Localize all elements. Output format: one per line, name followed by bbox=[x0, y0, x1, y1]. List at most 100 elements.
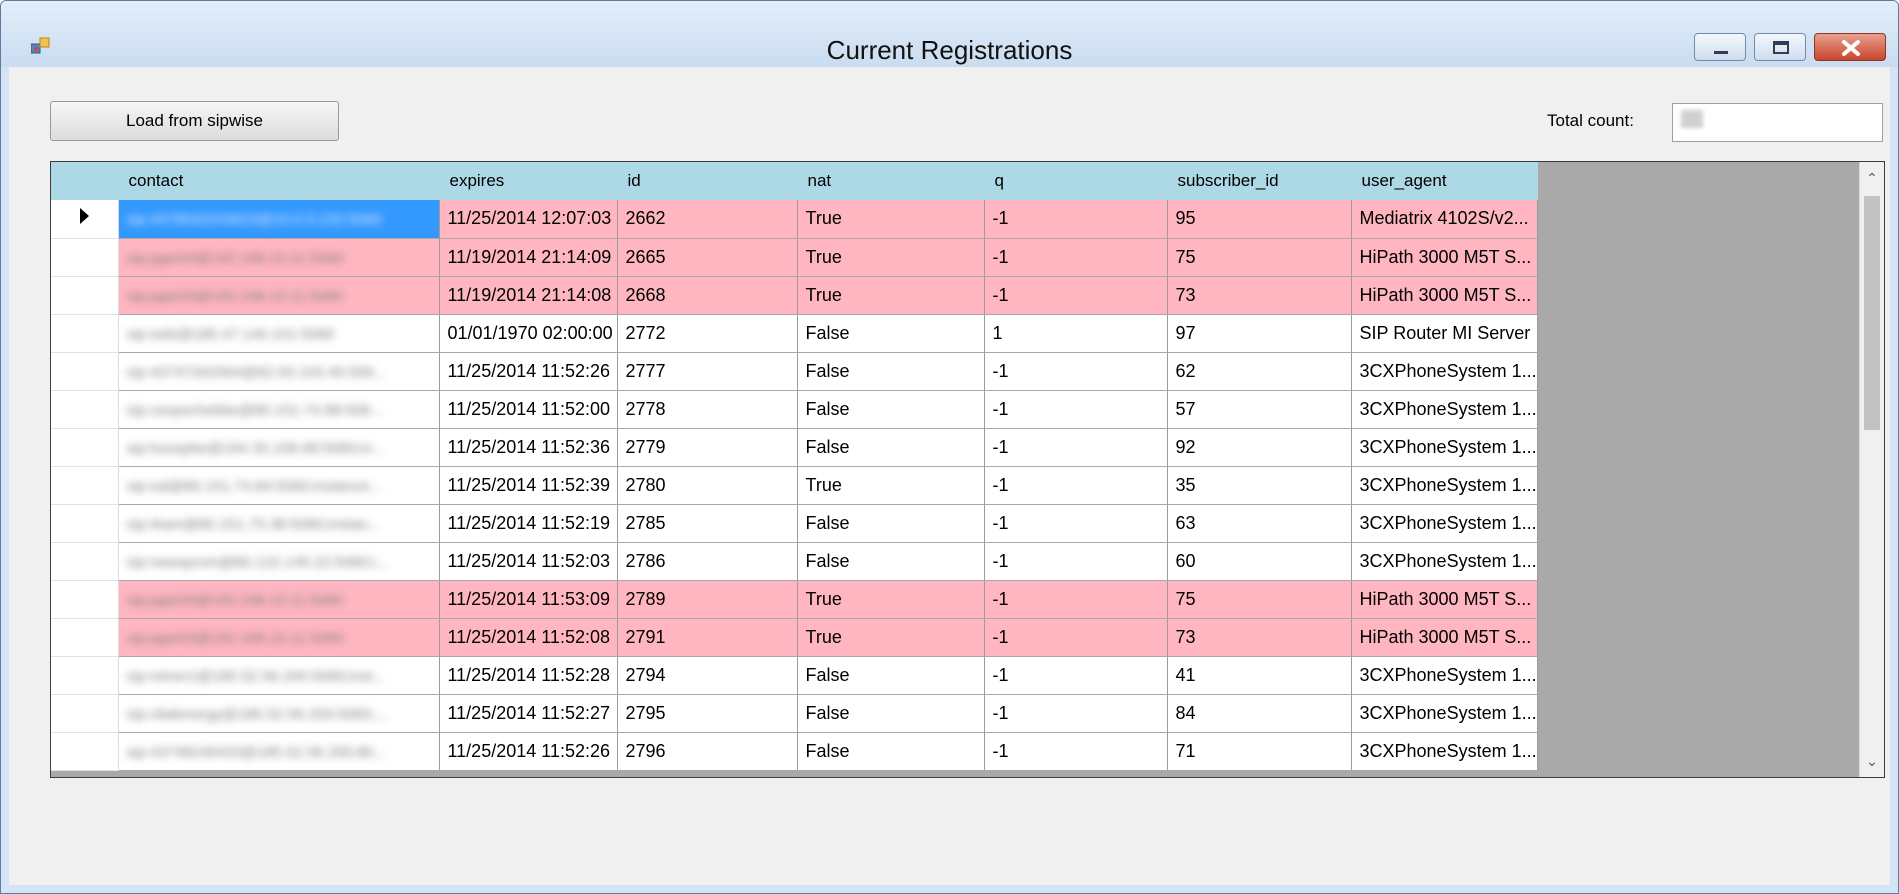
cell-nat[interactable]: False bbox=[797, 352, 985, 391]
cell-q[interactable]: -1 bbox=[984, 580, 1168, 619]
cell-nat[interactable]: True bbox=[797, 238, 985, 277]
row-header[interactable] bbox=[51, 314, 119, 353]
cell-id[interactable]: 2786 bbox=[617, 542, 798, 581]
cell-id[interactable]: 2668 bbox=[617, 276, 798, 315]
cell-id[interactable]: 2794 bbox=[617, 656, 798, 695]
cell-id[interactable]: 2780 bbox=[617, 466, 798, 505]
cell-expires[interactable]: 11/25/2014 11:52:19 bbox=[439, 504, 618, 543]
cell-contact[interactable]: sip:4378532243623@10.0.5.232:5060 bbox=[118, 200, 440, 239]
cell-contact[interactable]: sip:newsprom@80.122.149.22:5060;i... bbox=[118, 542, 440, 581]
column-header-id[interactable]: id bbox=[617, 162, 798, 200]
cell-contact[interactable]: sip:pgsr04@192.168.10.11:5060 bbox=[118, 238, 440, 277]
cell-subscriber-id[interactable]: 95 bbox=[1167, 200, 1352, 239]
cell-id[interactable]: 2795 bbox=[617, 694, 798, 733]
cell-id[interactable]: 2789 bbox=[617, 580, 798, 619]
table-row[interactable]: sip:newsprom@80.122.149.22:5060;i... 11/2… bbox=[51, 542, 1538, 581]
cell-nat[interactable]: True bbox=[797, 580, 985, 619]
row-header[interactable] bbox=[51, 504, 119, 543]
cell-q[interactable]: -1 bbox=[984, 618, 1168, 657]
cell-q[interactable]: 1 bbox=[984, 314, 1168, 353]
cell-user-agent[interactable]: 3CXPhoneSystem 1... bbox=[1351, 732, 1538, 771]
table-row[interactable]: sip:sal@80.151.74.84:5060;instance... 11/… bbox=[51, 466, 1538, 505]
table-row[interactable]: sip:pgsr04@192.168.10.11:5060 11/19/2014 … bbox=[51, 238, 1538, 277]
column-header-subscriber-id[interactable]: subscriber_id bbox=[1167, 162, 1352, 200]
cell-user-agent[interactable]: HiPath 3000 M5T S... bbox=[1351, 276, 1538, 315]
cell-nat[interactable]: True bbox=[797, 618, 985, 657]
cell-contact[interactable]: sip:pgsr03@192.168.10.11:5060 bbox=[118, 276, 440, 315]
cell-id[interactable]: 2791 bbox=[617, 618, 798, 657]
cell-user-agent[interactable]: HiPath 3000 M5T S... bbox=[1351, 238, 1538, 277]
cell-user-agent[interactable]: Mediatrix 4102S/v2... bbox=[1351, 200, 1538, 239]
cell-id[interactable]: 2785 bbox=[617, 504, 798, 543]
close-button[interactable] bbox=[1814, 33, 1886, 61]
table-row[interactable]: sip:reiner1@185.52.56.200:5060;inst... 11… bbox=[51, 656, 1538, 695]
column-header-nat[interactable]: nat bbox=[797, 162, 985, 200]
cell-expires[interactable]: 11/25/2014 11:52:26 bbox=[439, 732, 618, 771]
table-row[interactable]: sip:4378532243623@10.0.5.232:5060 11/25/2… bbox=[51, 200, 1538, 239]
cell-user-agent[interactable]: 3CXPhoneSystem 1... bbox=[1351, 542, 1538, 581]
cell-contact[interactable]: sip:vitalenergy@185.52.56.200:5060;... bbox=[118, 694, 440, 733]
row-header[interactable] bbox=[51, 580, 119, 619]
row-header[interactable] bbox=[51, 238, 119, 277]
row-header[interactable] bbox=[51, 656, 119, 695]
column-header-expires[interactable]: expires bbox=[439, 162, 618, 200]
maximize-button[interactable] bbox=[1754, 33, 1806, 61]
cell-expires[interactable]: 11/25/2014 12:07:03 bbox=[439, 200, 618, 239]
row-header[interactable] bbox=[51, 466, 119, 505]
cell-q[interactable]: -1 bbox=[984, 694, 1168, 733]
cell-q[interactable]: -1 bbox=[984, 466, 1168, 505]
table-row[interactable]: sip:pgsr03@192.168.10.11:5060 11/19/2014 … bbox=[51, 276, 1538, 315]
row-header[interactable] bbox=[51, 390, 119, 429]
cell-subscriber-id[interactable]: 75 bbox=[1167, 238, 1352, 277]
cell-q[interactable]: -1 bbox=[984, 656, 1168, 695]
cell-expires[interactable]: 11/25/2014 11:52:08 bbox=[439, 618, 618, 657]
cell-contact[interactable]: sip:hoospbe@194.33.108.68:5060;in... bbox=[118, 428, 440, 467]
row-header[interactable] bbox=[51, 694, 119, 733]
cell-expires[interactable]: 01/01/1970 02:00:00 bbox=[439, 314, 618, 353]
cell-subscriber-id[interactable]: 71 bbox=[1167, 732, 1352, 771]
cell-expires[interactable]: 11/25/2014 11:52:00 bbox=[439, 390, 618, 429]
table-row[interactable]: sip:43748246433@185.52.56.200:80... 11/25… bbox=[51, 732, 1538, 771]
registrations-grid[interactable]: contact expires id nat q subscriber_id u… bbox=[50, 161, 1885, 778]
cell-user-agent[interactable]: 3CXPhoneSystem 1... bbox=[1351, 504, 1538, 543]
cell-subscriber-id[interactable]: 97 bbox=[1167, 314, 1352, 353]
cell-q[interactable]: -1 bbox=[984, 428, 1168, 467]
minimize-button[interactable] bbox=[1694, 33, 1746, 61]
row-header[interactable] bbox=[51, 732, 119, 771]
cell-id[interactable]: 2662 bbox=[617, 200, 798, 239]
row-header[interactable] bbox=[51, 276, 119, 315]
cell-expires[interactable]: 11/25/2014 11:53:09 bbox=[439, 580, 618, 619]
title-bar[interactable]: Current Registrations bbox=[1, 1, 1898, 67]
cell-nat[interactable]: True bbox=[797, 276, 985, 315]
table-row[interactable]: sip:hoospbe@194.33.108.68:5060;in... 11/2… bbox=[51, 428, 1538, 467]
cell-contact[interactable]: sip:pgsr03@192.168.10.11:5060 bbox=[118, 618, 440, 657]
cell-user-agent[interactable]: 3CXPhoneSystem 1... bbox=[1351, 390, 1538, 429]
cell-user-agent[interactable]: 3CXPhoneSystem 1... bbox=[1351, 428, 1538, 467]
cell-subscriber-id[interactable]: 35 bbox=[1167, 466, 1352, 505]
cell-subscriber-id[interactable]: 41 bbox=[1167, 656, 1352, 695]
table-row[interactable]: sip:pgsr03@192.168.10.11:5060 11/25/2014 … bbox=[51, 618, 1538, 657]
cell-nat[interactable]: False bbox=[797, 694, 985, 733]
scroll-thumb[interactable] bbox=[1864, 196, 1880, 430]
cell-contact[interactable]: sip:cevpschebbe@80.151.74.88:506... bbox=[118, 390, 440, 429]
cell-expires[interactable]: 11/19/2014 21:14:08 bbox=[439, 276, 618, 315]
cell-user-agent[interactable]: 3CXPhoneSystem 1... bbox=[1351, 694, 1538, 733]
table-row[interactable]: sip:cevpschebbe@80.151.74.88:506... 11/25… bbox=[51, 390, 1538, 429]
cell-expires[interactable]: 11/25/2014 11:52:39 bbox=[439, 466, 618, 505]
cell-nat[interactable]: False bbox=[797, 656, 985, 695]
cell-expires[interactable]: 11/25/2014 11:52:27 bbox=[439, 694, 618, 733]
scroll-down-icon[interactable]: ⌄ bbox=[1860, 749, 1884, 773]
row-header[interactable] bbox=[51, 352, 119, 391]
cell-q[interactable]: -1 bbox=[984, 390, 1168, 429]
cell-subscriber-id[interactable]: 84 bbox=[1167, 694, 1352, 733]
cell-contact[interactable]: sip:rkam@80.151.73.38:5060;instan... bbox=[118, 504, 440, 543]
cell-nat[interactable]: True bbox=[797, 466, 985, 505]
cell-q[interactable]: -1 bbox=[984, 238, 1168, 277]
cell-id[interactable]: 2777 bbox=[617, 352, 798, 391]
table-row[interactable]: sip:rkam@80.151.73.38:5060;instan... 11/2… bbox=[51, 504, 1538, 543]
cell-nat[interactable]: True bbox=[797, 200, 985, 239]
cell-contact[interactable]: sip:43748246433@185.52.56.200:80... bbox=[118, 732, 440, 771]
cell-q[interactable]: -1 bbox=[984, 542, 1168, 581]
cell-subscriber-id[interactable]: 75 bbox=[1167, 580, 1352, 619]
cell-nat[interactable]: False bbox=[797, 542, 985, 581]
